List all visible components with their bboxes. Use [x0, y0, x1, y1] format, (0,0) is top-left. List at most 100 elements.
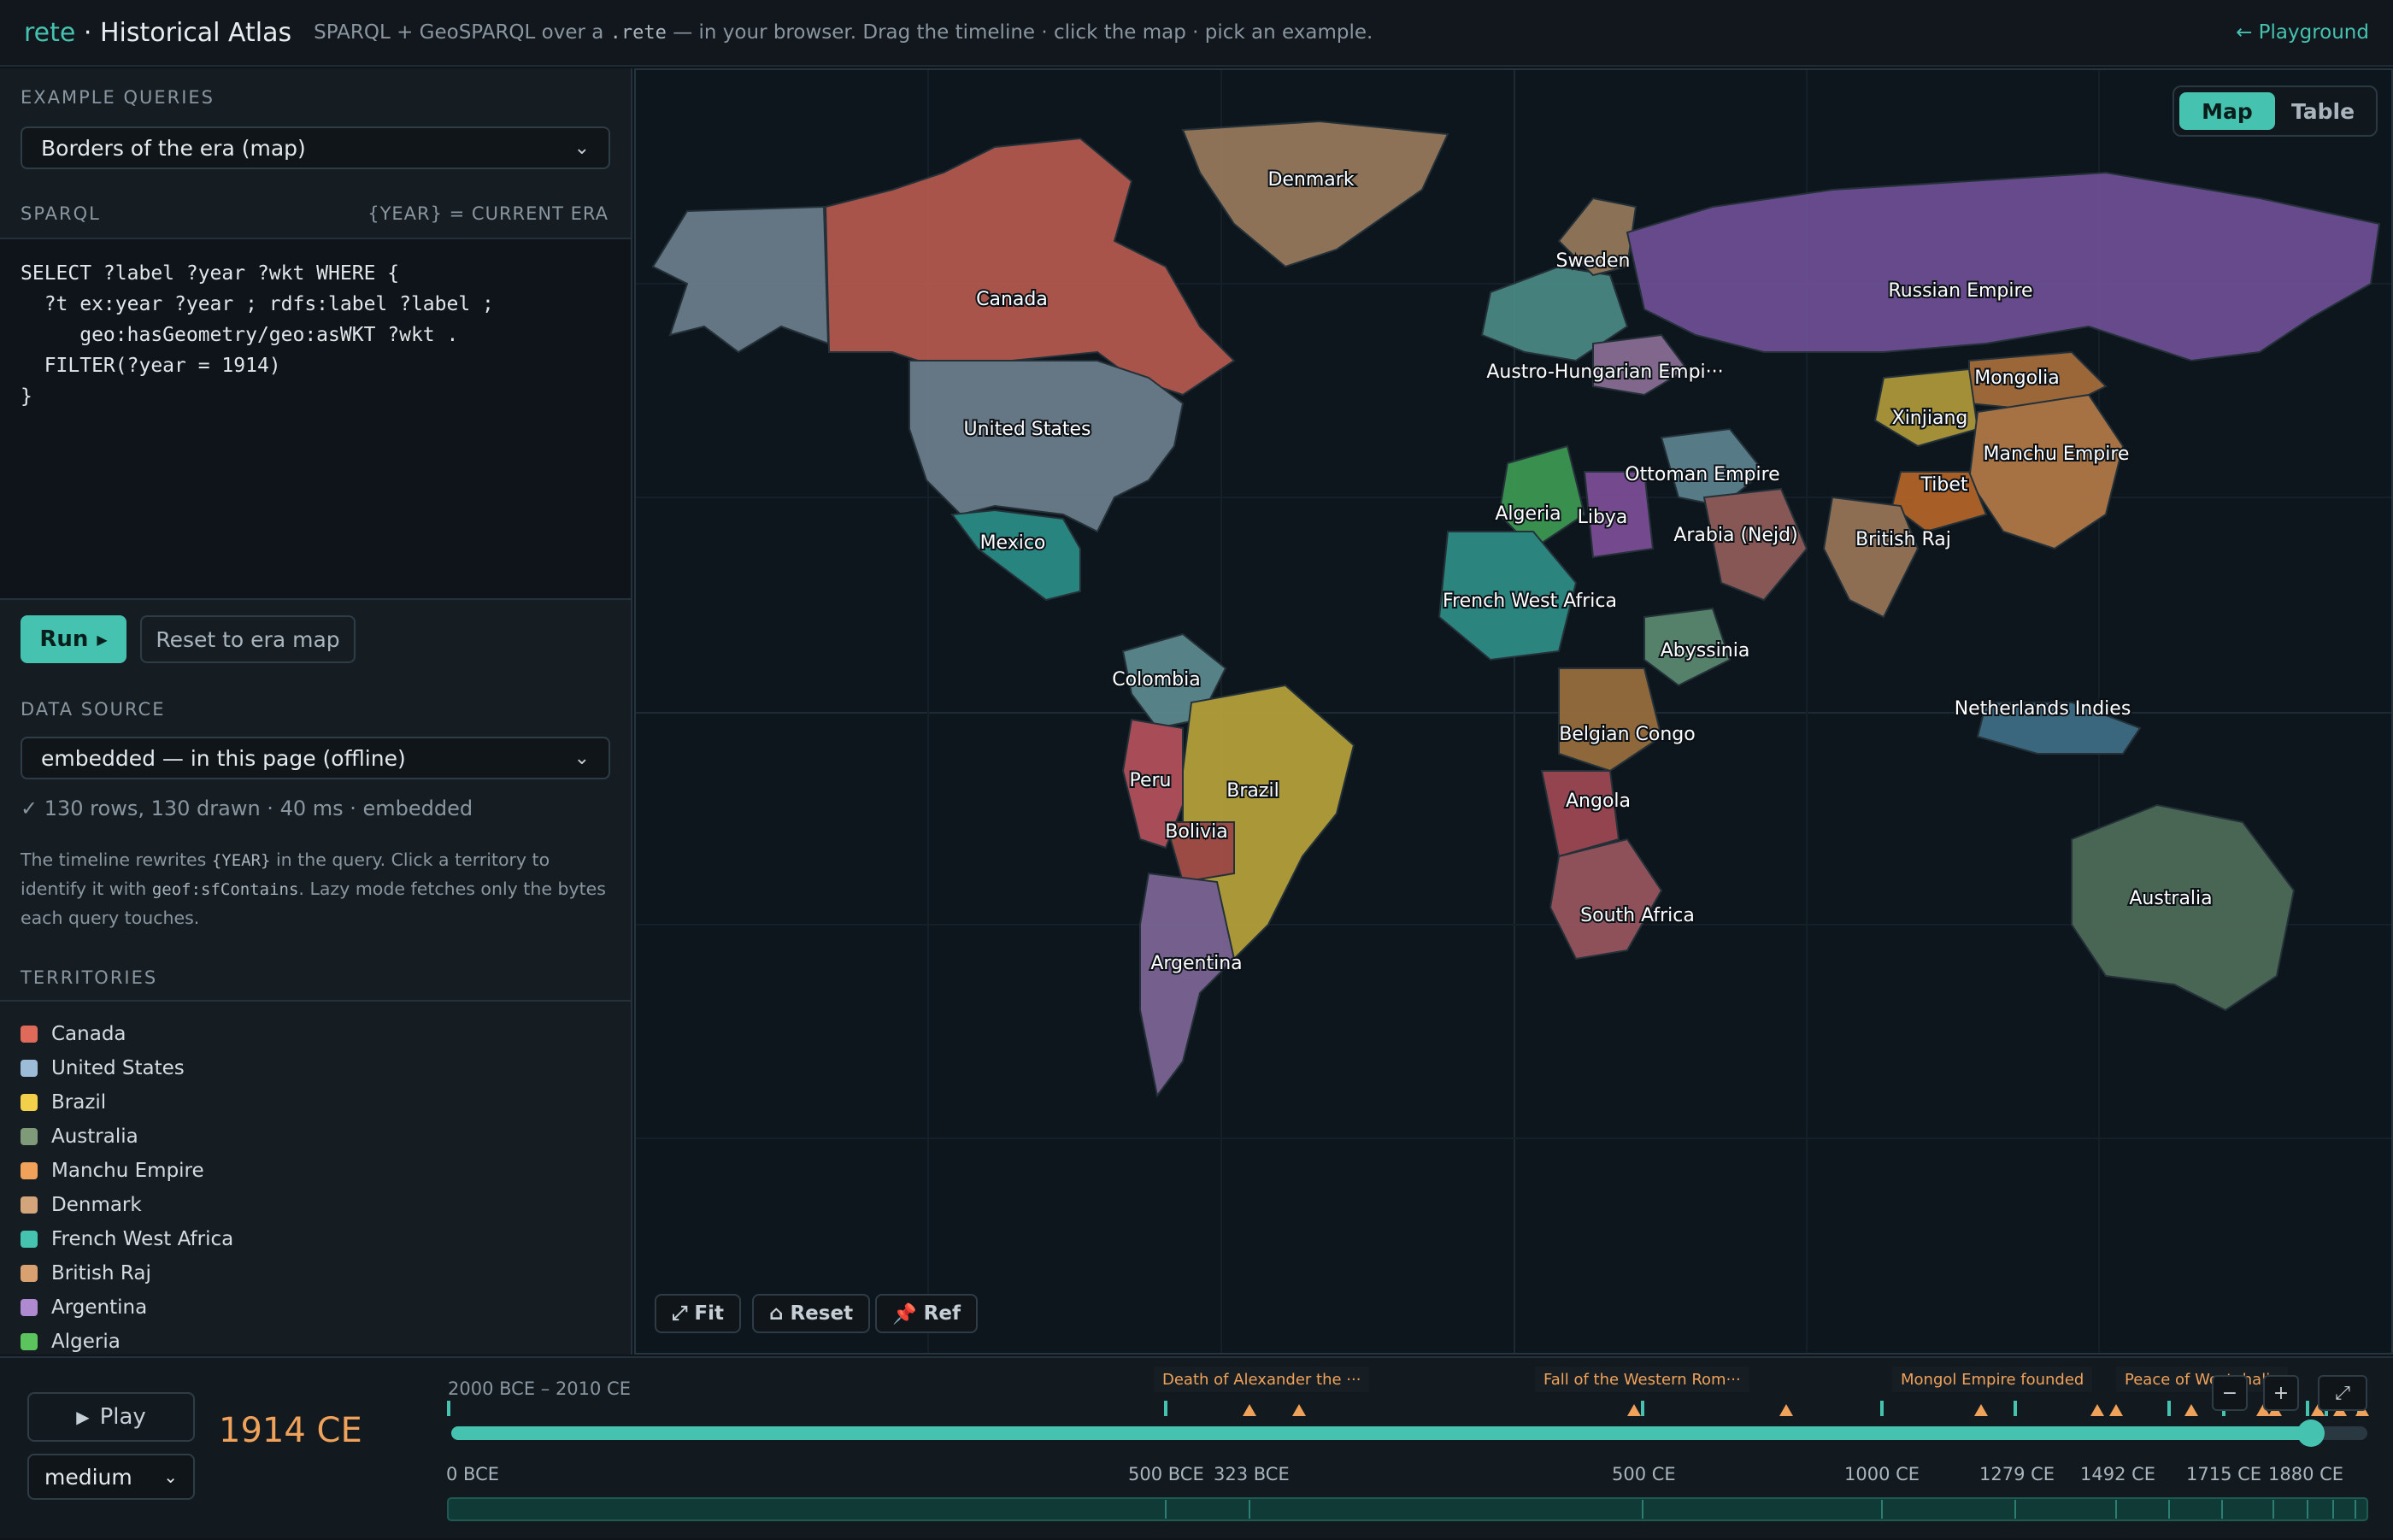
reset-era-button[interactable]: Reset to era map	[140, 615, 356, 663]
map-label: Arabia (Nejd)	[1673, 525, 1797, 546]
run-label: Run	[39, 626, 89, 652]
map-label: Mongolia	[1974, 367, 2060, 389]
data-source-select[interactable]: embedded — in this page (offline) ⌄	[21, 737, 610, 779]
data-source-heading: DATA SOURCE	[21, 699, 166, 720]
map-label: Abyssinia	[1661, 640, 1750, 661]
map-label: Argentina	[1150, 953, 1242, 974]
territory-name: British Raj	[51, 1262, 151, 1284]
sparql-editor[interactable]: SELECT ?label ?year ?wkt WHERE { ?t ex:y…	[0, 238, 631, 600]
timeline-panel: ▶ Play medium ⌄ 1914 CE 2000 BCE – 2010 CE…	[0, 1356, 2393, 1538]
map-label: United States	[964, 419, 1091, 440]
chevron-down-icon: ⌄	[573, 137, 590, 159]
tick-label: 1715 CE	[2186, 1464, 2262, 1484]
tick-label: 1492 CE	[2080, 1464, 2156, 1484]
map-label: South Africa	[1580, 905, 1695, 926]
map-label: Colombia	[1112, 669, 1200, 691]
map-label: French West Africa	[1443, 591, 1617, 612]
divider	[0, 1000, 631, 1002]
color-swatch	[21, 1094, 38, 1111]
app-subtitle: SPARQL + GeoSPARQL over a .rete — in you…	[314, 21, 1373, 44]
tick-label: 1000 CE	[1844, 1464, 1920, 1484]
legend-item[interactable]: Algeria	[21, 1325, 610, 1355]
legend-item[interactable]: Brazil	[21, 1085, 610, 1120]
zoom-out-button[interactable]: −	[2212, 1375, 2248, 1411]
brand-suffix: · Historical Atlas	[75, 17, 292, 48]
subtitle-part: SPARQL + GeoSPARQL over a	[314, 21, 610, 44]
event-markers	[1243, 1404, 2369, 1416]
map-label: Bolivia	[1165, 821, 1227, 843]
territory-canada[interactable]	[824, 137, 1236, 397]
timeline-track[interactable]	[0, 1358, 2393, 1540]
legend-item[interactable]: Canada	[21, 1017, 610, 1051]
map-label: Canada	[976, 289, 1048, 310]
map-label: Algeria	[1495, 503, 1561, 525]
legend-item[interactable]: United States	[21, 1051, 610, 1085]
reset-view-button[interactable]: ⌂ Reset	[752, 1294, 871, 1333]
territory-south-africa[interactable]	[1549, 838, 1663, 961]
legend-item[interactable]: Australia	[21, 1120, 610, 1154]
tab-map[interactable]: Map	[2179, 92, 2275, 130]
tick-label: 1880 CE	[2268, 1464, 2344, 1484]
color-swatch	[21, 1026, 38, 1043]
legend-item[interactable]: Argentina	[21, 1290, 610, 1325]
color-swatch	[21, 1128, 38, 1145]
color-swatch	[21, 1265, 38, 1282]
territory-mexico[interactable]	[950, 508, 1081, 602]
territory-argentina[interactable]	[1139, 872, 1236, 1098]
subtitle-code: .rete	[609, 22, 667, 44]
legend-item[interactable]: British Raj	[21, 1256, 610, 1290]
map-label: Denmark	[1267, 169, 1354, 191]
example-query-select[interactable]: Borders of the era (map) ⌄	[21, 126, 610, 169]
map-label: Peru	[1129, 770, 1171, 791]
chevron-down-icon: ⌄	[573, 747, 590, 769]
map-label: British Raj	[1855, 529, 1951, 550]
help-code: geof:sfContains	[151, 880, 299, 899]
map-label: Brazil	[1226, 780, 1279, 802]
territory-name: United States	[51, 1057, 185, 1079]
map-label: Mexico	[980, 532, 1046, 554]
slider-thumb[interactable]	[2297, 1420, 2325, 1447]
help-text: The timeline rewrites {YEAR} in the quer…	[21, 846, 610, 932]
territory-russian-empire[interactable]	[1626, 171, 2381, 362]
brand-name: rete	[24, 17, 76, 48]
legend-item[interactable]: Denmark	[21, 1188, 610, 1222]
map-label: Russian Empire	[1888, 280, 2032, 302]
tick-label: 0 BCE	[446, 1464, 500, 1484]
legend-item[interactable]: French West Africa	[21, 1222, 610, 1256]
color-swatch	[21, 1162, 38, 1179]
territory-name: Manchu Empire	[51, 1160, 204, 1182]
territory-name: Argentina	[51, 1296, 148, 1319]
slider-fill	[451, 1426, 2311, 1440]
map-view[interactable]: Denmark Canada Sweden Russian Empire Aus…	[634, 68, 2393, 1355]
playground-link[interactable]: ← Playground	[2236, 21, 2369, 44]
color-swatch	[21, 1299, 38, 1316]
subtitle-part: — in your browser. Drag the timeline · c…	[666, 21, 1373, 44]
play-icon: ▶	[97, 631, 108, 648]
territory-belgian-congo[interactable]	[1558, 667, 1663, 773]
ref-button[interactable]: 📌 Ref	[875, 1294, 978, 1333]
legend-item[interactable]: Manchu Empire	[21, 1154, 610, 1188]
tab-table[interactable]: Table	[2275, 92, 2371, 130]
territory-name: Australia	[51, 1126, 138, 1148]
tick-label: 500 BCE	[1128, 1464, 1204, 1484]
color-swatch	[21, 1196, 38, 1214]
territory-alaska[interactable]	[651, 205, 830, 354]
sparql-year-hint: {YEAR} = CURRENT ERA	[367, 203, 609, 224]
run-button[interactable]: Run ▶	[21, 615, 126, 663]
expand-timeline-button[interactable]: ⤢	[2318, 1375, 2367, 1411]
zoom-in-button[interactable]: +	[2263, 1375, 2299, 1411]
era-markers	[447, 1401, 2361, 1416]
fit-button[interactable]: ⤢ Fit	[655, 1294, 741, 1333]
territory-name: Canada	[51, 1023, 126, 1045]
tick-label: 323 BCE	[1214, 1464, 1290, 1484]
map-label: Libya	[1578, 507, 1628, 528]
territory-united-states[interactable]	[908, 360, 1185, 533]
pin-icon: 📌	[892, 1302, 917, 1325]
territory-british-raj[interactable]	[1822, 496, 1920, 619]
world-map[interactable]: Denmark Canada Sweden Russian Empire Aus…	[636, 70, 2391, 1353]
view-toggle: Map Table	[2173, 85, 2378, 137]
overview-strip[interactable]	[447, 1497, 2368, 1521]
territories-heading: TERRITORIES	[21, 967, 158, 988]
territory-greenland[interactable]	[1181, 120, 1449, 268]
sidebar: EXAMPLE QUERIES Borders of the era (map)…	[0, 68, 632, 1355]
